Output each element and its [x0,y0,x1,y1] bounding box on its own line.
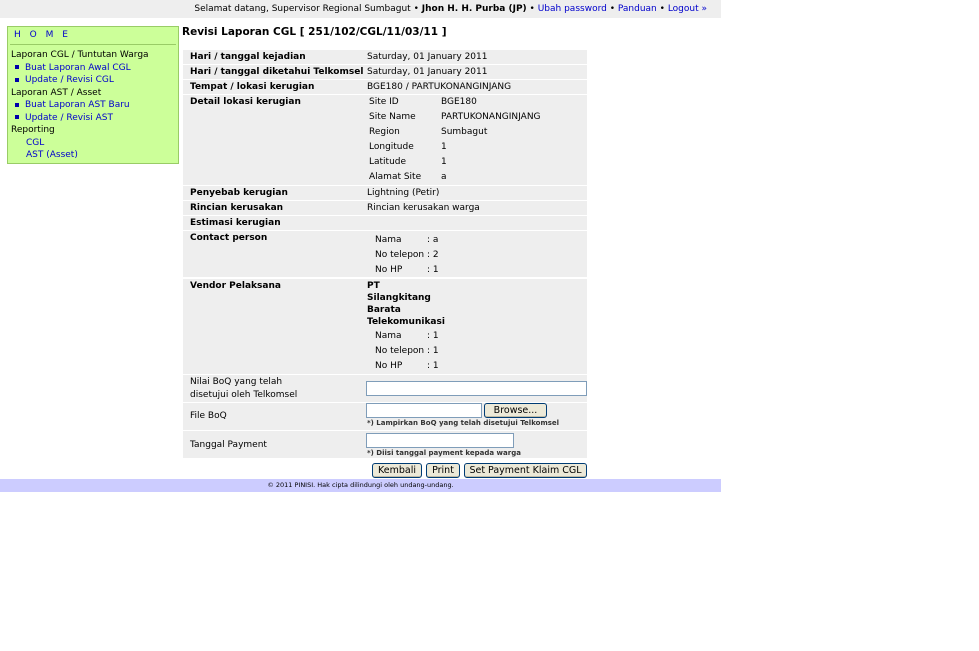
bullet-icon [15,102,19,107]
value-hari-diketahui: Saturday, 01 January 2011 [367,67,488,77]
change-password-link[interactable]: Ubah password [538,4,607,14]
vendor-name: PT Silangkitang Barata Telekomunikasi [367,281,445,327]
label-contact: Contact person [190,233,268,243]
file-boq-note: *) Lampirkan BoQ yang telah disetujui Te… [367,419,560,427]
set-payment-button[interactable]: Set Payment Klaim CGL [464,463,587,478]
section-reporting: Reporting [11,125,55,135]
alamat-value: a [441,172,447,182]
menu-buat-ast[interactable]: Buat Laporan AST Baru [8,99,178,112]
label-vendor: Vendor Pelaksana [190,281,281,291]
value-penyebab: Lightning (Petir) [367,188,440,198]
contact-subtable: Nama : a No telepon: 2 No HP : 1 [375,233,575,278]
row-file-boq: File BoQ Browse... *) Lampirkan BoQ yang… [183,403,587,430]
label-hari-diketahui: Hari / tanggal diketahui Telkomsel [190,67,364,77]
browse-button[interactable]: Browse... [484,403,547,418]
logout-link[interactable]: Logout » [668,4,707,14]
contact-hp-label: No HP [375,265,403,275]
section-ast: Laporan AST / Asset [11,87,102,98]
row-detail-lokasi: Detail lokasi kerugian Site ID BGE180 Sit… [183,95,587,185]
menu-update-cgl[interactable]: Update / Revisi CGL [8,74,178,87]
label-detail-lokasi: Detail lokasi kerugian [190,97,301,107]
label-estimasi: Estimasi kerugian [190,218,281,228]
vendor-nama-label: Nama [375,331,402,341]
label-nilai-boq: Nilai BoQ yang telah disetujui oleh Telk… [190,377,298,400]
sidebar: H O M E Laporan CGL / Tuntutan Warga Bua… [7,26,179,164]
kembali-button[interactable]: Kembali [372,463,422,478]
contact-nama-label: Nama [375,235,402,245]
label-tanggal-payment: Tanggal Payment [190,440,267,450]
menu-buat-cgl[interactable]: Buat Laporan Awal CGL [8,62,178,75]
welcome-text: Selamat datang, Supervisor Regional Sumb… [194,4,411,14]
row-nilai-boq: Nilai BoQ yang telah disetujui oleh Telk… [183,375,587,402]
user-name: Jhon H. H. Purba (JP) [421,4,527,14]
label-penyebab: Penyebab kerugian [190,188,288,198]
contact-telepon-label: No telepon [375,250,425,260]
row-tanggal-payment: Tanggal Payment *) Diisi tanggal payment… [183,431,587,458]
site-id-value: BGE180 [441,97,477,107]
nilai-boq-input[interactable] [366,381,587,396]
tanggal-payment-input[interactable] [366,433,514,448]
contact-telepon-value: : 2 [427,250,439,260]
latitude-label: Latitude [369,157,407,167]
vendor-hp-value: : 1 [427,361,439,371]
vendor-telepon-value: : 1 [427,346,439,356]
file-boq-path-input[interactable] [366,403,482,418]
label-rincian: Rincian kerusakan [190,203,284,213]
row-hari-diketahui: Hari / tanggal diketahui Telkomsel Satur… [183,65,587,79]
vendor-hp-label: No HP [375,361,403,371]
tanggal-payment-note: *) Diisi tanggal payment kepada warga [367,449,521,457]
row-tempat: Tempat / lokasi kerugian BGE180 / PARTUK… [183,80,587,94]
print-button[interactable]: Print [426,463,460,478]
row-contact: Contact person Nama : a No telepon: 2 No … [183,231,587,277]
label-file-boq: File BoQ [190,411,227,421]
detail-subtable: Site ID BGE180 Site Name PARTUKONANGINJANG… [369,95,585,185]
contact-nama-value: : a [427,235,439,245]
longitude-value: 1 [441,142,447,152]
row-rincian: Rincian kerusakan Rincian kerusakan warg… [183,201,587,215]
row-penyebab: Penyebab kerugian Lightning (Petir) [183,186,587,200]
row-hari-kejadian: Hari / tanggal kejadian Saturday, 01 Jan… [183,50,587,64]
menu-report-ast[interactable]: AST (Asset) [8,149,178,162]
vendor-telepon-label: No telepon [375,346,425,356]
row-estimasi: Estimasi kerugian [183,216,587,230]
home-link[interactable]: H O M E [14,30,71,40]
row-vendor: Vendor Pelaksana PT Silangkitang Barata … [183,279,587,374]
section-cgl: Laporan CGL / Tuntutan Warga [11,50,149,60]
welcome-line: Selamat datang, Supervisor Regional Sumb… [194,4,707,14]
page-title: Revisi Laporan CGL [ 251/102/CGL/11/03/1… [182,26,447,38]
guide-link[interactable]: Panduan [618,4,657,14]
bullet-icon [15,65,19,69]
bullet-icon [15,115,19,119]
site-name-label: Site Name [369,112,416,122]
bullet-icon [15,77,19,82]
longitude-label: Longitude [369,142,414,152]
value-rincian: Rincian kerusakan warga [367,203,480,213]
site-id-label: Site ID [369,97,399,107]
menu-update-ast[interactable]: Update / Revisi AST [8,112,178,125]
alamat-label: Alamat Site [369,172,422,182]
label-tempat: Tempat / lokasi kerugian [190,82,315,92]
vendor-nama-value: : 1 [427,331,439,341]
label-hari-kejadian: Hari / tanggal kejadian [190,52,306,62]
site-name-value: PARTUKONANGINJANG [441,112,541,122]
footer: © 2011 PINISI. Hak cipta dilindungi oleh… [0,479,721,492]
value-tempat: BGE180 / PARTUKONANGINJANG [367,82,512,92]
latitude-value: 1 [441,157,447,167]
region-value: Sumbagut [441,127,488,137]
vendor-subtable: Nama : 1 No telepon: 1 No HP : 1 [375,329,575,374]
top-bar: Selamat datang, Supervisor Regional Sumb… [0,0,721,18]
region-label: Region [369,127,400,137]
value-hari-kejadian: Saturday, 01 January 2011 [367,52,488,62]
menu-report-cgl[interactable]: CGL [8,137,178,150]
contact-hp-value: : 1 [427,265,439,275]
